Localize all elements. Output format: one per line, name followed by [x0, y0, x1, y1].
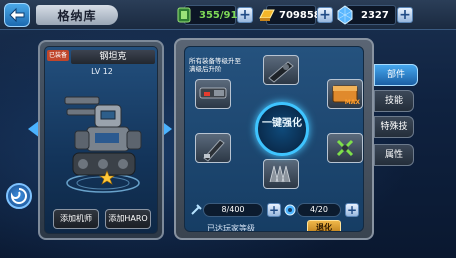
one-click-enhance-button[interactable]: 一键强化	[255, 102, 309, 156]
material-add-button-1[interactable]: +	[267, 203, 281, 217]
part-slot-5[interactable]	[327, 133, 363, 163]
one-click-enhance-label: 一键强化	[262, 118, 302, 129]
level-status-text: 已达玩家等级	[207, 224, 255, 232]
page-title-text: 格纳库	[57, 8, 97, 23]
part-slot-4[interactable]	[195, 133, 231, 163]
tab-skills[interactable]: 技能	[374, 90, 414, 112]
degrade-button[interactable]: 退化	[307, 220, 341, 231]
back-button[interactable]	[4, 3, 30, 27]
swirl-menu-button[interactable]	[6, 183, 32, 209]
armor-plate-icon	[269, 165, 291, 183]
part-slot-3[interactable]: MAX	[327, 79, 363, 109]
add-pilot-button[interactable]: 添加机师	[53, 209, 99, 229]
gear-icon	[284, 204, 296, 216]
crystal-icon	[337, 5, 353, 25]
part-slot-2[interactable]	[263, 55, 299, 85]
part-slot-1[interactable]	[195, 79, 231, 109]
material-add-button-2[interactable]: +	[345, 203, 359, 217]
bolt-icon	[191, 204, 202, 215]
equipped-badge: 已装备	[47, 50, 69, 61]
circuit-part-icon	[336, 139, 354, 157]
crystal-add-button[interactable]: +	[397, 7, 413, 23]
add-haro-button[interactable]: 添加HARO	[105, 209, 151, 229]
barrel-part-icon	[203, 139, 225, 162]
max-tag: MAX	[344, 99, 360, 106]
energy-value: 355/91	[199, 9, 238, 21]
mech-level: LV 12	[91, 67, 113, 76]
missile-part-icon	[268, 61, 294, 83]
energy-icon	[177, 7, 191, 23]
gold-add-button[interactable]: +	[317, 7, 333, 23]
back-arrow-icon	[9, 7, 25, 23]
page-title: 格纳库	[36, 5, 118, 25]
upgrade-panel: 所有装备等级升至满级后升阶 MAX 一键强化 8/400 + 4/20 + 已达…	[174, 38, 374, 240]
guntank-mech-image[interactable]	[57, 83, 149, 195]
swirl-icon	[10, 188, 27, 204]
tab-attributes[interactable]: 属性	[374, 144, 414, 166]
mech-panel: 已装备 钢坦克 LV 12 添加机师 添加HARO	[38, 40, 164, 240]
tab-parts[interactable]: 部件	[374, 64, 418, 86]
gold-bar-icon	[259, 9, 275, 21]
upgrade-area: 所有装备等级升至满级后升阶 MAX 一键强化 8/400 + 4/20 + 已达…	[184, 46, 364, 232]
tab-special-skill[interactable]: 特殊技	[374, 116, 414, 138]
energy-add-button[interactable]: +	[237, 7, 253, 23]
material-count-2: 4/20	[297, 203, 341, 217]
upgrade-hint: 所有装备等级升至满级后升阶	[189, 57, 241, 73]
part-slot-6[interactable]	[263, 159, 299, 189]
mech-name: 钢坦克	[71, 50, 155, 64]
top-bar: 格纳库 355/91 + 709858 + 2327 +	[0, 0, 456, 30]
material-count-1: 8/400	[203, 203, 263, 217]
gatling-part-icon	[199, 87, 227, 99]
mech-display: 已装备 钢坦克 LV 12 添加机师 添加HARO	[44, 46, 158, 234]
